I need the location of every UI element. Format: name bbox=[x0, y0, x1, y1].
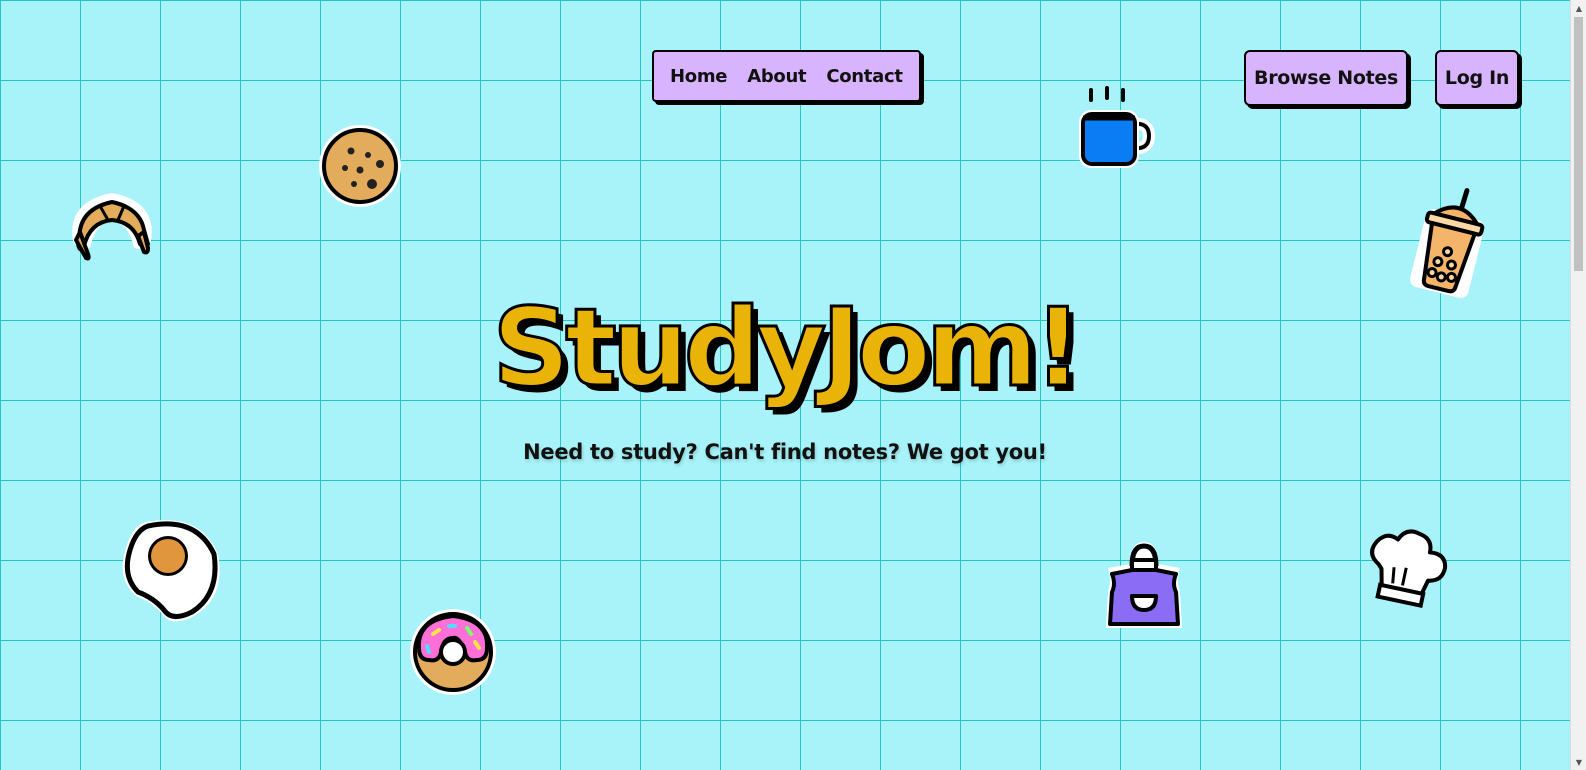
scroll-up-arrow-icon[interactable]: ▲ bbox=[1571, 0, 1586, 16]
scroll-down-arrow-icon[interactable]: ▼ bbox=[1571, 754, 1586, 770]
main-nav: Home About Contact bbox=[652, 50, 921, 102]
nav-contact-link[interactable]: Contact bbox=[826, 66, 903, 87]
chef-hat-icon bbox=[1364, 528, 1450, 610]
page-scrollbar[interactable]: ▲ ▼ bbox=[1570, 0, 1586, 770]
nav-home-link[interactable]: Home bbox=[670, 66, 728, 87]
browse-notes-button[interactable]: Browse Notes bbox=[1244, 50, 1408, 106]
scroll-thumb[interactable] bbox=[1574, 17, 1583, 271]
hero-title: StudyJom! bbox=[491, 286, 1084, 411]
fried-egg-icon bbox=[122, 518, 224, 626]
nav-about-link[interactable]: About bbox=[747, 66, 806, 87]
donut-icon bbox=[409, 608, 497, 696]
hero-subtitle: Need to study? Can't find notes? We got … bbox=[523, 440, 1047, 464]
croissant-icon bbox=[68, 192, 156, 268]
cookie-icon bbox=[318, 124, 402, 208]
apron-icon bbox=[1102, 540, 1188, 630]
coffee-mug-icon bbox=[1077, 84, 1159, 174]
bubble-tea-icon bbox=[1410, 186, 1490, 299]
landing-page: Home About Contact Browse Notes Log In S… bbox=[0, 0, 1570, 770]
login-button[interactable]: Log In bbox=[1435, 50, 1519, 106]
